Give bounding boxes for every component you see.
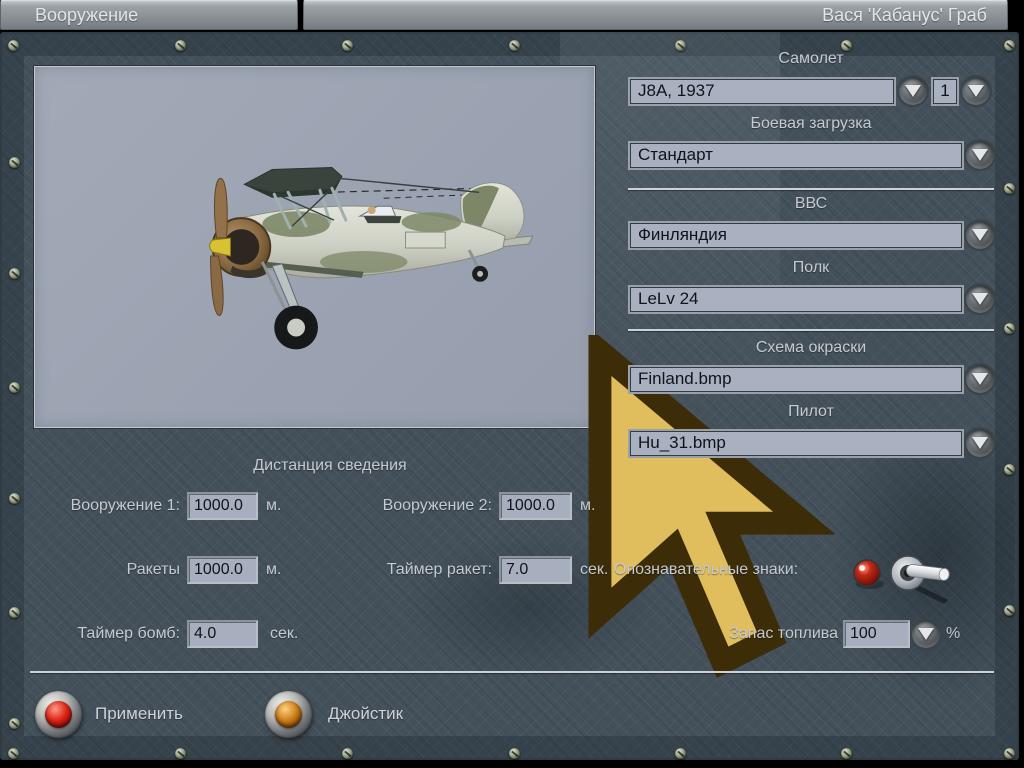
markings-toggle-switch[interactable] — [840, 546, 955, 608]
convergence-title: Дистанция сведения — [253, 457, 407, 474]
airforce-select[interactable]: Финляндия — [628, 221, 964, 250]
aircraft-dropdown-button[interactable] — [899, 77, 927, 105]
chevron-down-icon — [972, 229, 988, 241]
markings-label: Опознавательные знаки: — [614, 561, 799, 578]
skin-label: Схема окраски — [755, 339, 867, 356]
pilot-label: Пилот — [788, 403, 834, 420]
loadout-select[interactable]: Стандарт — [628, 141, 964, 170]
indicator-light-red — [853, 559, 881, 587]
weapon1-input[interactable] — [187, 492, 258, 520]
screw-icon — [9, 493, 20, 504]
rocket-timer-label: Таймер ракет: — [386, 561, 492, 578]
loadout-label: Боевая загрузка — [750, 115, 872, 132]
loadout-dropdown-button[interactable] — [966, 141, 994, 169]
pilot-select[interactable]: Hu_31.bmp — [628, 429, 964, 458]
bomb-timer-label: Таймер бомб: — [77, 625, 180, 642]
player-name: Вася 'Кабанус' Граб — [822, 5, 987, 25]
screw-icon — [342, 748, 353, 759]
screw-icon — [9, 268, 20, 279]
section-divider — [628, 329, 994, 331]
chevron-down-icon — [972, 437, 988, 449]
aircraft-count-value: 1 — [940, 81, 950, 100]
screw-icon — [1004, 464, 1015, 475]
screen-title: Вооружение — [35, 5, 139, 25]
chevron-down-icon — [968, 85, 984, 97]
regiment-label: Полк — [792, 259, 830, 276]
screw-icon — [175, 748, 186, 759]
player-name-bar: Вася 'Кабанус' Граб — [303, 0, 1008, 30]
airforce-label: ВВС — [794, 195, 828, 212]
screw-icon — [1004, 605, 1015, 616]
screw-icon — [175, 40, 186, 51]
weapon2-input[interactable] — [499, 492, 572, 520]
screw-icon — [9, 718, 20, 729]
aircraft-value: J8A, 1937 — [638, 81, 715, 100]
regiment-value: LeLv 24 — [638, 289, 699, 308]
chevron-down-icon — [905, 85, 921, 97]
apply-button[interactable] — [35, 691, 82, 738]
screw-icon — [9, 157, 20, 168]
weapon2-label: Вооружение 2: — [382, 497, 492, 514]
background-dark-blob — [400, 532, 660, 682]
skin-value: Finland.bmp — [638, 369, 732, 388]
airforce-dropdown-button[interactable] — [966, 221, 994, 249]
apply-button-label: Применить — [95, 704, 183, 723]
rockets-label: Ракеты — [126, 561, 180, 578]
skin-select[interactable]: Finland.bmp — [628, 365, 964, 394]
screw-icon — [342, 40, 353, 51]
aircraft-count-dropdown-button[interactable] — [962, 77, 990, 105]
red-button-icon — [45, 701, 72, 728]
loadout-value: Стандарт — [638, 145, 713, 164]
weapon2-unit: м. — [580, 497, 596, 514]
screw-icon — [1004, 183, 1015, 194]
airforce-value: Финляндия — [638, 225, 727, 244]
fuel-dropdown-button[interactable] — [912, 620, 940, 648]
screw-icon — [1004, 40, 1015, 51]
amber-button-icon — [275, 701, 302, 728]
screw-icon — [509, 748, 520, 759]
screw-icon — [8, 748, 19, 759]
fuel-input[interactable] — [843, 620, 910, 648]
aircraft-count-field[interactable]: 1 — [931, 77, 959, 106]
footer-divider — [30, 671, 994, 673]
joystick-button-label: Джойстик — [328, 704, 404, 723]
screw-icon — [9, 382, 20, 393]
weapon1-label: Вооружение 1: — [70, 497, 180, 514]
fuel-label: Запас топлива — [729, 625, 838, 642]
screw-icon — [509, 40, 520, 51]
aircraft-label: Самолет — [778, 50, 844, 67]
aircraft-image — [209, 166, 534, 350]
chevron-down-icon — [972, 293, 988, 305]
weapon1-unit: м. — [266, 497, 282, 514]
screw-icon — [8, 40, 19, 51]
screw-icon — [9, 607, 20, 618]
screen-title-tab: Вооружение — [0, 0, 298, 30]
bomb-timer-unit: сек. — [270, 625, 299, 642]
aircraft-select[interactable]: J8A, 1937 — [628, 77, 896, 106]
rocket-timer-unit: сек. — [580, 561, 609, 578]
screw-icon — [675, 748, 686, 759]
regiment-select[interactable]: LeLv 24 — [628, 285, 964, 314]
skin-dropdown-button[interactable] — [966, 365, 994, 393]
chevron-down-icon — [918, 628, 934, 640]
fuel-unit: % — [946, 625, 961, 642]
rocket-timer-input[interactable] — [499, 556, 572, 584]
chevron-down-icon — [972, 149, 988, 161]
regiment-dropdown-button[interactable] — [966, 285, 994, 313]
screw-icon — [841, 748, 852, 759]
section-divider — [628, 188, 994, 190]
rockets-unit: м. — [266, 561, 282, 578]
pilot-value: Hu_31.bmp — [638, 433, 726, 452]
aircraft-preview — [34, 66, 836, 678]
chevron-down-icon — [972, 373, 988, 385]
pilot-dropdown-button[interactable] — [966, 429, 994, 457]
screw-icon — [1004, 323, 1015, 334]
rockets-input[interactable] — [187, 556, 258, 584]
bomb-timer-input[interactable] — [187, 620, 258, 648]
joystick-button[interactable] — [265, 691, 312, 738]
screw-icon — [1004, 748, 1015, 759]
